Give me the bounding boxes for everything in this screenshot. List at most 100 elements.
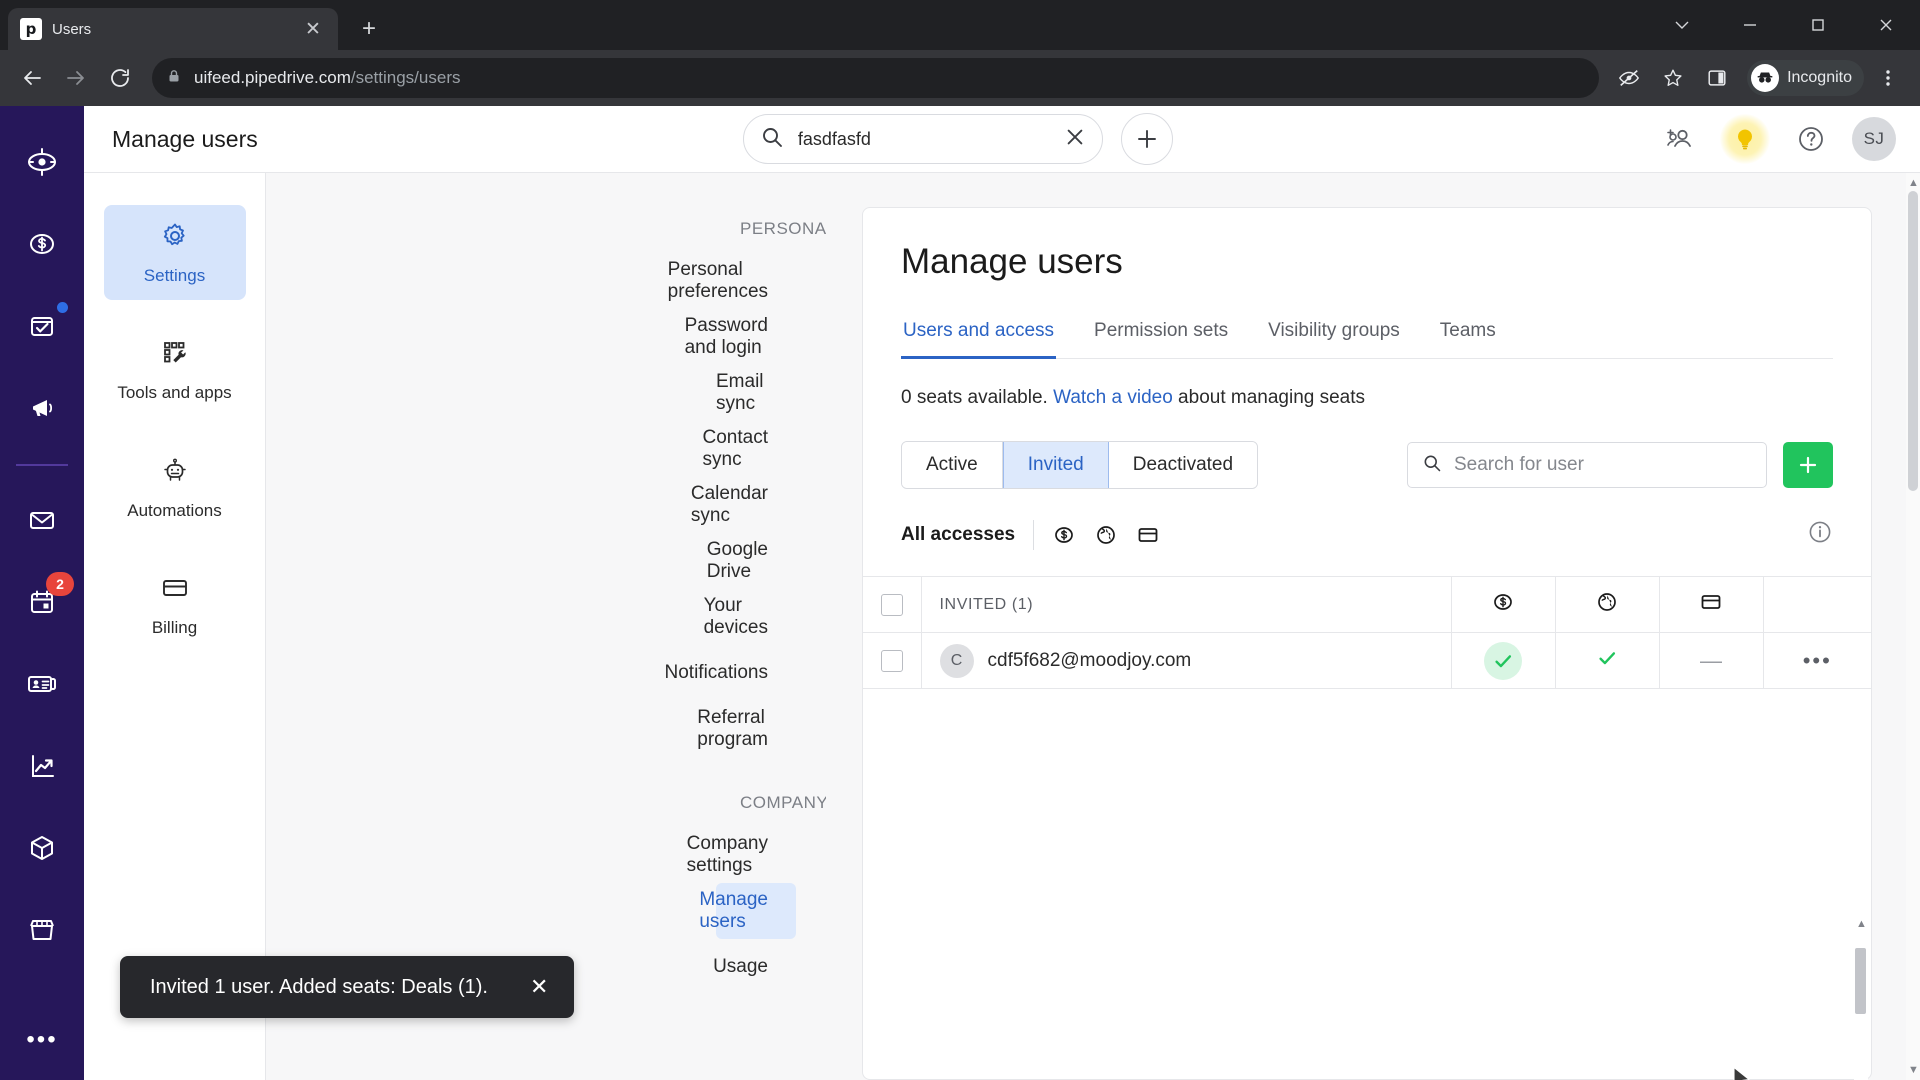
main-panel-wrapper: Manage users Users and access Permission… [826,173,1920,1080]
header-add-button[interactable] [1120,113,1173,165]
user-avatar[interactable]: SJ [1852,117,1896,161]
marketplace-icon[interactable] [14,902,70,958]
robot-icon [160,456,190,491]
info-icon[interactable] [1807,519,1833,550]
incognito-profile-button[interactable]: Incognito [1747,60,1864,96]
maximize-icon[interactable] [1784,0,1852,50]
all-accesses-label[interactable]: All accesses [901,524,1015,546]
nav-item-company-settings[interactable]: Company settings [687,827,796,883]
activities-icon[interactable] [14,298,70,354]
kebab-menu-icon[interactable] [1868,58,1908,98]
scroll-up-arrow-icon[interactable]: ▲ [1908,177,1919,189]
tab-close-icon[interactable]: ✕ [300,16,326,42]
forward-arrow-icon[interactable] [56,58,96,98]
address-bar[interactable]: uifeed.pipedrive.com/settings/users [152,58,1600,98]
global-search-clear-icon[interactable] [1064,126,1086,153]
sidebar-item-tools-label: Tools and apps [117,383,232,403]
nav-item-notifications[interactable]: Notifications [665,645,796,701]
deals-dollar-icon[interactable] [1052,523,1076,547]
reload-icon[interactable] [100,58,140,98]
nav-item-email-sync[interactable]: Email sync [716,365,796,421]
select-all-checkbox[interactable] [880,593,903,616]
segment-deactivated[interactable]: Deactivated [1108,442,1258,488]
url-text: uifeed.pipedrive.com/settings/users [194,68,460,88]
header-right: SJ [1658,114,1896,164]
scroll-down-arrow-icon[interactable]: ▼ [1908,1064,1919,1076]
segment-active[interactable]: Active [902,442,1003,488]
toast-close-icon[interactable]: ✕ [530,976,548,998]
billing-access-cell[interactable]: — [1659,632,1764,689]
add-person-icon[interactable] [1658,118,1700,160]
nav-item-referral-program[interactable]: Referral program [697,701,796,757]
user-search-box[interactable] [1407,442,1767,488]
eye-off-icon[interactable] [1609,58,1649,98]
deals-icon[interactable] [14,216,70,272]
rail-more-button[interactable]: ••• [26,1026,57,1054]
row-overflow-menu-icon[interactable]: ••• [1803,648,1832,673]
sidebar-item-automations[interactable]: Automations [104,440,246,535]
url-domain: uifeed.pipedrive.com [194,68,351,87]
side-panel-icon[interactable] [1697,58,1737,98]
lightbulb-icon[interactable] [1720,114,1770,164]
sidebar-item-billing[interactable]: Billing [104,557,246,652]
divider [1033,519,1035,550]
global-search-input[interactable]: fasdfasfd [742,114,1103,164]
row-checkbox[interactable] [880,649,903,672]
page-scrollbar[interactable]: ▲ ▼ [1906,173,1920,1080]
row-select-cell [863,632,922,689]
table-scrollbar[interactable]: ▲ [1854,914,1868,1080]
nav-item-your-devices[interactable]: Your devices [704,589,796,645]
nav-item-password-and-login[interactable]: Password and login [685,309,796,365]
search-icon [1422,453,1442,478]
tab-permission-sets[interactable]: Permission sets [1092,312,1230,359]
sidebar-item-tools-and-apps[interactable]: Tools and apps [104,322,246,417]
status-segmented-control: Active Invited Deactivated [901,441,1259,489]
focus-icon[interactable] [14,134,70,190]
tab-teams[interactable]: Teams [1438,312,1498,359]
close-icon[interactable] [1852,0,1920,50]
products-icon[interactable] [14,820,70,876]
column-header-invited: INVITED (1) [921,576,1452,633]
nav-item-google-drive[interactable]: Google Drive [707,533,796,589]
tab-users-and-access[interactable]: Users and access [901,312,1057,359]
campaigns-icon[interactable] [14,380,70,436]
nav-item-personal-preferences[interactable]: Personal preferences [668,253,796,309]
table-row[interactable]: C cdf5f682@moodjoy.com — ••• [863,632,1871,689]
projects-access-cell[interactable] [1555,632,1660,689]
minimize-icon[interactable] [1716,0,1784,50]
deals-access-cell[interactable] [1451,632,1556,689]
insights-icon[interactable] [14,738,70,794]
nav-item-contact-sync[interactable]: Contact sync [703,421,796,477]
star-icon[interactable] [1653,58,1693,98]
leads-globe-icon[interactable] [1094,523,1118,547]
back-arrow-icon[interactable] [12,58,52,98]
watch-a-video-link[interactable]: Watch a video [1053,387,1173,408]
search-input[interactable] [1454,454,1752,476]
page-scroll-thumb[interactable] [1908,191,1918,491]
settings-nav-list: PERSONAL Personal preferences Password a… [266,173,826,1080]
billing-card-icon[interactable] [1136,523,1160,547]
column-header-billing [1659,576,1764,633]
sidebar-item-settings[interactable]: Settings [103,205,246,301]
nav-item-calendar-sync[interactable]: Calendar sync [691,477,796,533]
nav-section-personal: PERSONAL [740,219,826,238]
chevron-down-icon[interactable] [1648,0,1716,50]
scroll-up-arrow-icon[interactable]: ▲ [1856,918,1867,930]
tab-visibility-groups[interactable]: Visibility groups [1266,312,1402,359]
nav-item-usage[interactable]: Usage [713,939,796,995]
sidebar-item-settings-label: Settings [143,266,206,285]
mail-icon[interactable] [14,492,70,548]
toast-notification: Invited 1 user. Added seats: Deals (1). … [120,956,575,1018]
pipedrive-favicon: p [20,18,42,40]
contacts-icon[interactable] [14,656,70,712]
segment-invited[interactable]: Invited [1002,442,1109,488]
help-circle-icon[interactable] [1790,118,1832,160]
add-user-button[interactable] [1783,442,1833,488]
nav-item-manage-users[interactable]: Manage users [699,883,796,939]
row-actions-cell[interactable]: ••• [1763,632,1871,689]
app-body: Settings Tools and apps Automations Bill… [84,173,1920,1080]
browser-tab[interactable]: p Users ✕ [8,8,338,50]
table-scroll-thumb[interactable] [1855,948,1866,1014]
calendar-icon[interactable]: 2 [14,572,74,630]
new-tab-button[interactable]: + [356,16,382,42]
